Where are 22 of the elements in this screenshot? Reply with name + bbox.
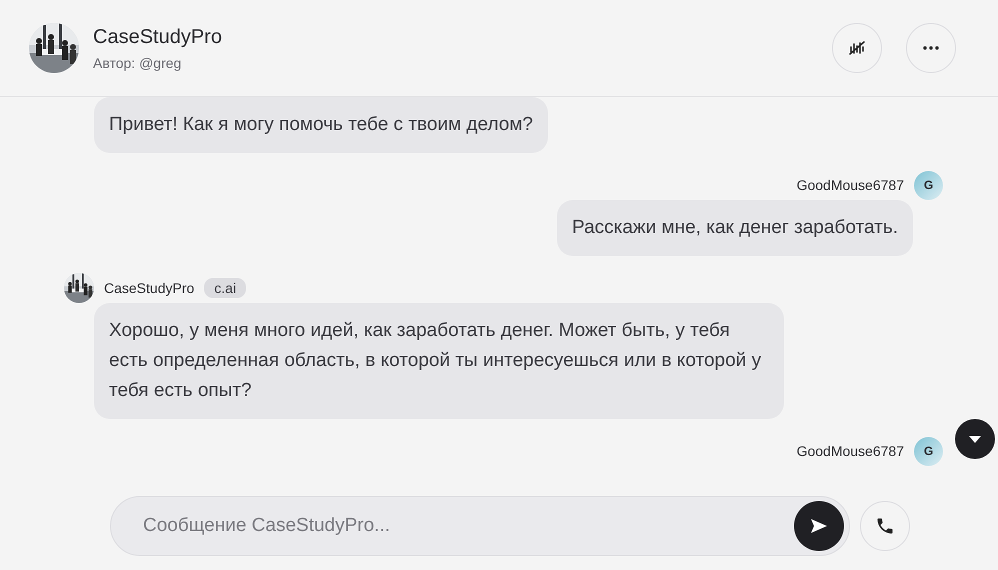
author-label: Автор: @greg xyxy=(93,54,182,70)
message-bubble: Хорошо, у меня много идей, как заработать денег. Может быть, у тебя есть определенная область, в которой ты интересуешься или в которой у тебя есть опыт? xyxy=(94,303,784,419)
send-button[interactable] xyxy=(794,500,844,550)
voice-off-icon xyxy=(848,39,866,57)
call-button[interactable] xyxy=(860,500,910,550)
scroll-down-button[interactable] xyxy=(955,419,995,459)
message-field[interactable]: Сообщение CaseStudyPro... xyxy=(141,514,794,538)
phone-icon xyxy=(875,516,895,536)
ai-tag: c.ai xyxy=(204,278,246,298)
chat-title: CaseStudyPro xyxy=(93,26,223,48)
sender-name: CaseStudyPro xyxy=(104,280,194,296)
caret-icon xyxy=(969,436,981,442)
sender-name: GoodMouse6787 xyxy=(796,443,904,459)
sender-name: GoodMouse6787 xyxy=(796,177,904,193)
voice-button[interactable] xyxy=(832,23,882,73)
more-icon xyxy=(923,46,939,50)
send-icon xyxy=(810,518,828,534)
message-bubble: Привет! Как я могу помочь тебе с твоим делом? xyxy=(94,97,548,153)
user-avatar: G xyxy=(914,170,943,200)
message-bubble: Расскажи мне, как денег заработать. xyxy=(557,200,913,256)
message-bar[interactable]: Сообщение CaseStudyPro... xyxy=(110,496,850,556)
user-avatar: G xyxy=(914,436,943,466)
